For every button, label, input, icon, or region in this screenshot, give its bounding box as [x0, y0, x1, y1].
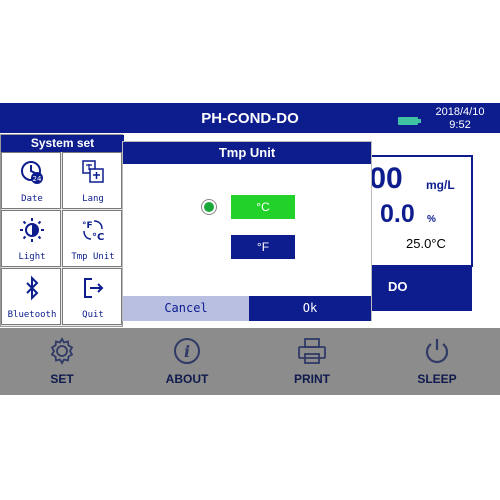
- system-set-title: System set: [1, 135, 124, 152]
- system-item-light[interactable]: Light: [1, 210, 61, 267]
- do-mode-label: DO: [388, 279, 408, 294]
- battery-tip: [418, 119, 421, 123]
- svg-text:°C: °C: [92, 232, 104, 243]
- system-item-light-label: Light: [18, 252, 46, 262]
- header-bar: PH-COND-DO: [0, 103, 500, 133]
- system-item-bluetooth-label: Bluetooth: [7, 310, 57, 320]
- system-item-tmp-unit-label: Tmp Unit: [71, 252, 115, 262]
- bluetooth-icon: [2, 275, 62, 306]
- brightness-icon: [2, 217, 62, 248]
- sleep-button[interactable]: SLEEP: [387, 328, 487, 395]
- set-button[interactable]: SET: [12, 328, 112, 395]
- fahrenheit-option[interactable]: °F: [231, 235, 295, 259]
- system-item-date-label: Date: [21, 194, 43, 204]
- system-item-quit-label: Quit: [82, 310, 104, 320]
- sleep-label: SLEEP: [417, 372, 457, 386]
- system-item-tmp-unit[interactable]: °F °C Tmp Unit: [62, 210, 122, 267]
- clock-24-icon: 24: [2, 159, 62, 190]
- system-item-lang[interactable]: Lang: [62, 152, 122, 209]
- cancel-button[interactable]: Cancel: [123, 296, 249, 321]
- battery-icon: [398, 117, 418, 125]
- app-title: PH-COND-DO: [201, 110, 299, 127]
- system-item-quit[interactable]: Quit: [62, 268, 122, 325]
- system-set-panel: System set 24 Date Lang Light °F °C Tmp U…: [0, 134, 124, 327]
- set-label: SET: [50, 372, 74, 386]
- ok-button[interactable]: Ok: [249, 296, 371, 321]
- tmp-unit-dialog: Tmp Unit °C °F Cancel Ok: [122, 141, 372, 321]
- saturation-unit: %: [427, 214, 436, 225]
- celsius-option[interactable]: °C: [231, 195, 295, 219]
- saturation-reading: 0.0: [380, 200, 415, 228]
- info-icon: i: [137, 336, 237, 371]
- print-label: PRINT: [294, 372, 330, 386]
- printer-icon: [262, 336, 362, 371]
- do-unit: mg/L: [426, 178, 455, 192]
- do-mode-button[interactable]: DO: [372, 266, 472, 311]
- about-button[interactable]: i ABOUT: [137, 328, 237, 395]
- svg-text:°F: °F: [82, 221, 93, 231]
- selected-radio[interactable]: [201, 199, 217, 215]
- header-time: 9:52: [449, 119, 471, 131]
- system-item-date[interactable]: 24 Date: [1, 152, 61, 209]
- print-button[interactable]: PRINT: [262, 328, 362, 395]
- system-item-bluetooth[interactable]: Bluetooth: [1, 268, 61, 325]
- header-date: 2018/4/10: [435, 106, 485, 118]
- temperature-unit-icon: °F °C: [63, 217, 123, 248]
- gear-icon: [12, 336, 112, 371]
- exit-icon: [63, 275, 123, 306]
- radio-dot: [204, 202, 214, 212]
- dialog-title: Tmp Unit: [123, 142, 371, 164]
- system-item-lang-label: Lang: [82, 194, 104, 204]
- svg-text:i: i: [184, 342, 190, 361]
- temperature-reading: 25.0°C: [406, 236, 446, 251]
- svg-text:24: 24: [33, 175, 42, 183]
- power-icon: [387, 336, 487, 371]
- about-label: ABOUT: [165, 372, 209, 386]
- language-icon: [63, 159, 123, 190]
- bottom-bar: SET i ABOUT PRINT SLEEP: [0, 328, 500, 395]
